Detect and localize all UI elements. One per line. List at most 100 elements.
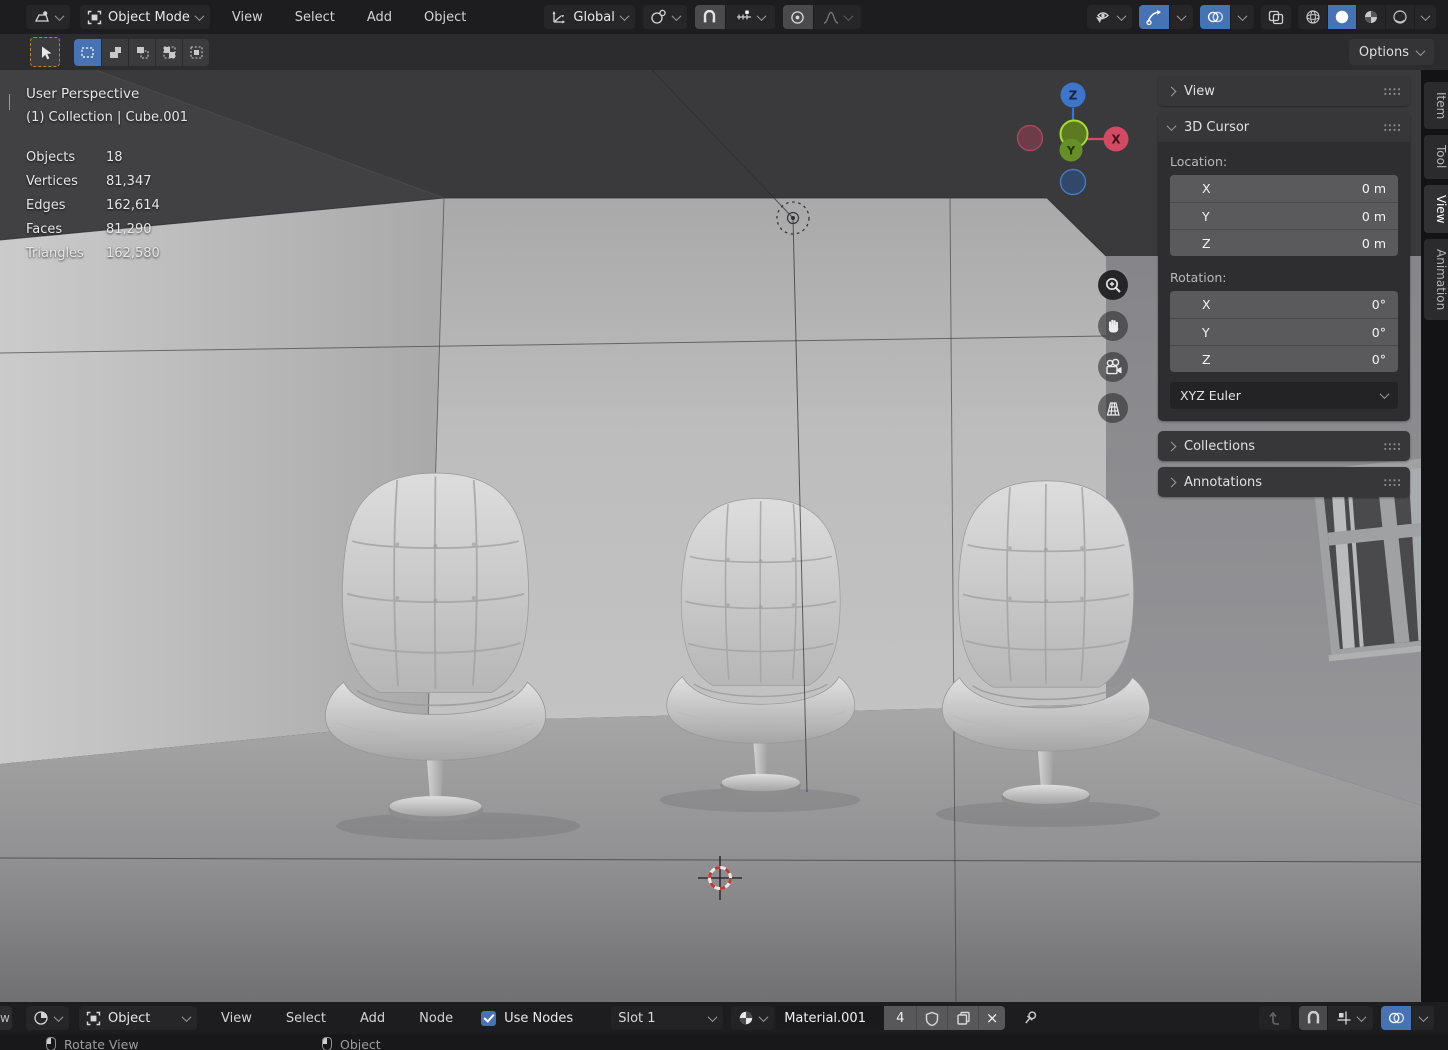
xray-toggle[interactable] [1261, 5, 1291, 29]
grip-icon[interactable] [1383, 122, 1400, 132]
cursor-location-z[interactable]: Z0 m [1170, 229, 1398, 256]
gizmo-y-label: Y [1066, 144, 1076, 158]
proportional-editing-toggle[interactable] [782, 5, 813, 29]
menu-object[interactable]: Object [420, 10, 470, 25]
grip-icon[interactable] [1383, 441, 1400, 451]
3d-viewport[interactable]: User Perspective (1) Collection | Cube.0… [0, 70, 1448, 1002]
tab-animation[interactable]: Animation [1424, 239, 1448, 321]
material-slot-dropdown[interactable]: Slot 1 [611, 1006, 724, 1030]
transform-orientation-dropdown[interactable]: Global [544, 5, 635, 29]
cursor-rotation-y[interactable]: Y 0° [1170, 318, 1398, 345]
cursor-rotation-z[interactable]: Z 0° [1170, 345, 1398, 372]
panel-annotations-header[interactable]: Annotations [1158, 467, 1410, 497]
camera-view-button[interactable] [1098, 352, 1128, 382]
grip-icon[interactable] [1383, 477, 1400, 487]
new-material-button[interactable] [947, 1006, 979, 1030]
node-snap-toggle[interactable] [1299, 1006, 1327, 1030]
shading-dropdown[interactable] [1414, 5, 1436, 29]
gizmo-axis-minus-z[interactable] [1059, 168, 1087, 196]
fake-user-button[interactable] [916, 1006, 948, 1030]
shading-solid-button[interactable] [1327, 5, 1356, 29]
tab-tool[interactable]: Tool [1424, 135, 1448, 179]
menu-add[interactable]: Add [356, 1011, 389, 1026]
select-mode-invert[interactable] [155, 38, 182, 66]
use-nodes-label: Use Nodes [504, 1010, 574, 1026]
3d-viewport-icon [34, 10, 49, 22]
active-tool-tweak[interactable] [30, 37, 60, 67]
menu-node[interactable]: Node [415, 1011, 457, 1026]
menu-add[interactable]: Add [363, 10, 396, 25]
options-label: Options [1358, 44, 1409, 60]
chevron-down-icon [1356, 1011, 1367, 1022]
perspective-toggle-button[interactable] [1098, 393, 1128, 423]
navigation-gizmo[interactable]: Z X Y [1016, 82, 1130, 196]
cursor-location-x[interactable]: X0 m [1170, 175, 1398, 202]
tab-item[interactable]: Item [1424, 82, 1448, 130]
context-path: (1) Collection | Cube.001 [26, 110, 189, 125]
proportional-group [782, 5, 861, 29]
unlink-material-button[interactable]: × [978, 1006, 1006, 1030]
select-extend-icon [109, 46, 121, 58]
visibility-dropdown[interactable] [1087, 5, 1132, 29]
solid-sphere-icon [1335, 10, 1349, 24]
chevron-down-icon [843, 10, 854, 21]
chevron-down-icon [1116, 10, 1127, 21]
mouse-icon [46, 1037, 56, 1050]
select-mode-extend[interactable] [101, 38, 128, 66]
shader-type-dropdown[interactable]: Object [79, 1006, 197, 1030]
panel-cursor-header[interactable]: 3D Cursor [1158, 112, 1410, 142]
tab-view[interactable]: View [1424, 184, 1448, 234]
chevron-down-icon [54, 10, 65, 21]
gizmos-group [1139, 5, 1193, 29]
cursor-location-y[interactable]: Y0 m [1170, 202, 1398, 229]
node-overlays-dropdown[interactable] [1411, 1006, 1434, 1030]
snap-toggle[interactable] [694, 5, 725, 29]
node-overlays-toggle[interactable] [1381, 1006, 1411, 1030]
orientation-label: Global [573, 9, 615, 25]
material-name-field[interactable]: Material.001 [776, 1006, 885, 1030]
zoom-button[interactable] [1098, 270, 1128, 300]
use-nodes-toggle[interactable]: Use Nodes [481, 1010, 574, 1026]
pan-button[interactable] [1098, 311, 1128, 341]
falloff-dropdown[interactable] [812, 5, 861, 29]
show-gizmos-toggle[interactable] [1139, 5, 1169, 29]
shading-material-button[interactable] [1356, 5, 1385, 29]
snap-with-dropdown[interactable] [724, 5, 775, 29]
panel-view-title: View [1184, 83, 1215, 99]
gizmo-axis-minus-x[interactable] [1016, 124, 1044, 152]
menu-view[interactable]: View [217, 1011, 256, 1026]
editor-type-selector-shader[interactable] [26, 1006, 69, 1030]
select-mode-intersect[interactable] [182, 38, 209, 66]
material-users-count-button[interactable]: 4 [884, 1006, 917, 1030]
node-snap-with-dropdown[interactable] [1327, 1006, 1373, 1030]
pin-icon[interactable] [1021, 1009, 1039, 1027]
select-mode-set[interactable] [74, 38, 101, 66]
shader-editor-menus: View Select Add Node [217, 1011, 457, 1026]
status-rotate-view: Rotate View [46, 1037, 139, 1050]
show-overlays-toggle[interactable] [1200, 5, 1230, 29]
checkbox-checked-icon[interactable] [481, 1010, 497, 1026]
menu-select[interactable]: Select [291, 10, 339, 25]
editor-type-selector[interactable] [26, 5, 70, 29]
grip-icon[interactable] [1383, 86, 1400, 96]
panel-collections-header[interactable]: Collections [1158, 431, 1410, 461]
grid-snap-icon [1337, 1011, 1351, 1025]
go-to-parent-node-button[interactable] [1259, 1006, 1291, 1030]
select-mode-subtract[interactable] [128, 38, 155, 66]
rotation-mode-dropdown[interactable]: XYZ Euler [1170, 382, 1398, 409]
cursor-rotation-x[interactable]: X 0° [1170, 291, 1398, 318]
shading-wireframe-button[interactable] [1298, 5, 1327, 29]
pivot-point-dropdown[interactable] [642, 5, 687, 29]
material-browse-dropdown[interactable] [731, 1006, 775, 1030]
gizmos-dropdown[interactable] [1169, 5, 1193, 29]
menu-view[interactable]: View [228, 10, 267, 25]
overlays-dropdown[interactable] [1230, 5, 1254, 29]
mode-dropdown[interactable]: Object Mode [80, 5, 210, 29]
status-object: Object [322, 1037, 381, 1050]
shading-modes [1298, 5, 1436, 29]
shading-rendered-button[interactable] [1385, 5, 1414, 29]
menu-select[interactable]: Select [282, 1011, 330, 1026]
panel-view-header[interactable]: View [1158, 76, 1410, 106]
options-dropdown[interactable]: Options [1348, 39, 1434, 65]
toolbar-expand-arrow[interactable] [9, 94, 10, 110]
